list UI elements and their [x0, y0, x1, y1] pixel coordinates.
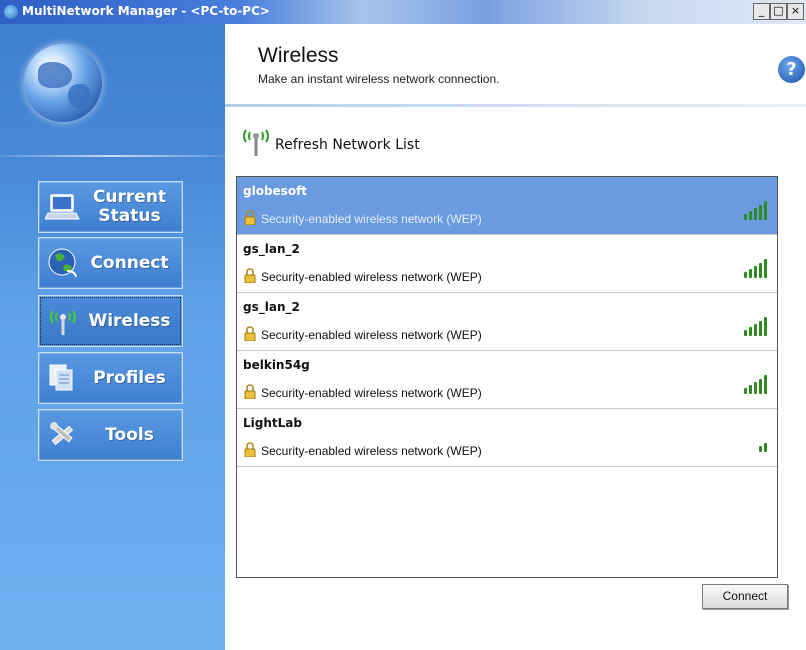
close-button[interactable]: ×	[787, 3, 804, 20]
sidebar-item-label: Current Status	[92, 187, 167, 226]
title-bar[interactable]: MultiNetwork Manager - <PC-to-PC> _ □ ×	[0, 0, 806, 24]
minimize-button[interactable]: _	[753, 3, 770, 20]
documents-icon	[45, 360, 81, 396]
connect-button[interactable]: Connect	[702, 584, 788, 609]
lock-icon	[244, 442, 256, 458]
network-row[interactable]: gs_lan_2 Security-enabled wireless networ…	[237, 235, 777, 293]
signal-bar	[754, 266, 757, 278]
sidebar-item-wireless[interactable]: Wireless	[38, 295, 183, 347]
signal-bar	[744, 272, 747, 278]
network-security-text: Security-enabled wireless network (WEP)	[261, 328, 482, 342]
network-list[interactable]: globesoft Security-enabled wireless netwo…	[236, 176, 778, 578]
maximize-button[interactable]: □	[770, 3, 787, 20]
antenna-icon	[241, 126, 271, 163]
network-name: gs_lan_2	[243, 300, 300, 314]
signal-strength-icon	[759, 430, 767, 452]
network-name: LightLab	[243, 416, 302, 430]
network-name: gs_lan_2	[243, 242, 300, 256]
signal-bar	[764, 259, 767, 278]
signal-strength-icon	[744, 314, 767, 336]
signal-bar	[749, 211, 752, 220]
signal-bar	[759, 263, 762, 278]
network-row[interactable]: globesoft Security-enabled wireless netwo…	[237, 177, 777, 235]
laptop-icon	[44, 189, 81, 225]
signal-bar	[759, 446, 762, 452]
sidebar-item-profiles[interactable]: Profiles	[38, 352, 183, 404]
refresh-label: Refresh Network List	[275, 136, 420, 153]
network-security-text: Security-enabled wireless network (WEP)	[261, 386, 482, 400]
globe-logo-icon	[24, 44, 102, 122]
network-security-text: Security-enabled wireless network (WEP)	[261, 212, 482, 226]
main-panel: Wireless Make an instant wireless networ…	[225, 24, 806, 650]
signal-bar	[759, 379, 762, 394]
sidebar-item-current-status[interactable]: Current Status	[38, 181, 183, 233]
window-title: MultiNetwork Manager - <PC-to-PC>	[22, 4, 270, 18]
signal-strength-icon	[744, 198, 767, 220]
signal-strength-icon	[744, 256, 767, 278]
network-row[interactable]: LightLab Security-enabled wireless networ…	[237, 409, 777, 467]
help-icon[interactable]: ?	[778, 56, 805, 83]
header-divider	[225, 104, 806, 107]
signal-bar	[744, 388, 747, 394]
globe-connect-icon	[45, 245, 81, 281]
network-row[interactable]: gs_lan_2 Security-enabled wireless networ…	[237, 293, 777, 351]
signal-bar	[754, 324, 757, 336]
sidebar-item-label: Wireless	[88, 310, 171, 331]
signal-bar	[749, 269, 752, 278]
lock-icon	[244, 326, 256, 342]
signal-strength-icon	[744, 372, 767, 394]
signal-bar	[754, 382, 757, 394]
signal-bar	[759, 321, 762, 336]
network-name: globesoft	[243, 184, 308, 198]
sidebar-item-tools[interactable]: Tools	[38, 409, 183, 461]
sidebar-item-label: Connect	[90, 252, 169, 273]
signal-bar	[754, 208, 757, 220]
signal-bar	[759, 205, 762, 220]
sidebar: Current Status Connect Wireless Profiles…	[0, 24, 225, 650]
network-row[interactable]: belkin54g Security-enabled wireless netwo…	[237, 351, 777, 409]
app-icon	[4, 5, 18, 19]
sidebar-divider	[0, 155, 225, 157]
refresh-network-list-button[interactable]: Refresh Network List	[241, 126, 420, 163]
signal-bar	[764, 443, 767, 452]
sidebar-item-connect[interactable]: Connect	[38, 237, 183, 289]
sidebar-item-label: Profiles	[93, 367, 166, 388]
signal-bar	[764, 375, 767, 394]
antenna-icon	[45, 303, 81, 339]
signal-bar	[744, 330, 747, 336]
network-security-text: Security-enabled wireless network (WEP)	[261, 270, 482, 284]
signal-bar	[764, 317, 767, 336]
signal-bar	[744, 214, 747, 220]
sidebar-item-label: Tools	[105, 424, 154, 445]
network-name: belkin54g	[243, 358, 310, 372]
signal-bar	[749, 327, 752, 336]
lock-icon	[244, 210, 256, 226]
network-security-text: Security-enabled wireless network (WEP)	[261, 444, 482, 458]
tools-icon	[45, 417, 81, 453]
page-subtitle: Make an instant wireless network connect…	[258, 72, 500, 86]
lock-icon	[244, 268, 256, 284]
signal-bar	[749, 385, 752, 394]
window-controls: _ □ ×	[753, 3, 804, 20]
page-title: Wireless	[258, 44, 339, 67]
signal-bar	[764, 201, 767, 220]
lock-icon	[244, 384, 256, 400]
